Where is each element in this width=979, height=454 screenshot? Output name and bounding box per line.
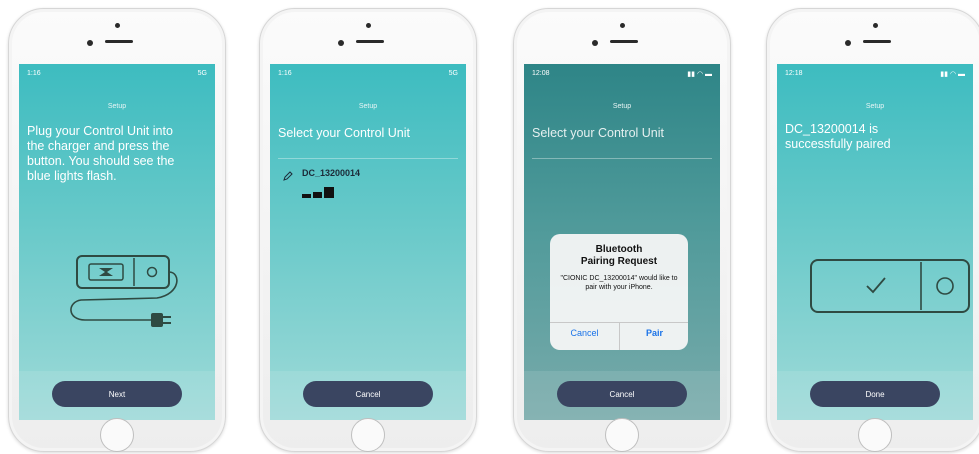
phone-1: 1:16 5G Setup Plug your Control Unit int… xyxy=(8,8,226,452)
status-time: 1:16 xyxy=(278,70,292,77)
front-camera xyxy=(87,40,93,46)
home-button[interactable] xyxy=(858,418,892,452)
alert-pair-button[interactable]: Pair xyxy=(620,328,689,338)
paired-message: DC_13200014 is successfully paired xyxy=(785,122,891,151)
status-bar: 1:16 5G xyxy=(27,70,207,80)
front-camera xyxy=(338,40,344,46)
screen-header: Setup xyxy=(107,103,127,110)
alert-cancel-button[interactable]: Cancel xyxy=(550,328,619,338)
wifi-battery-icon: ▮▮ ◠ ▬ xyxy=(940,71,965,78)
status-signal: 5G xyxy=(197,70,207,77)
home-button[interactable] xyxy=(605,418,639,452)
instruction-text: Plug your Control Unit into the charger … xyxy=(27,124,175,183)
status-bar: 12:18 ▮▮ ◠ ▬ xyxy=(785,70,965,80)
front-camera xyxy=(592,40,598,46)
status-bar: 1:16 5G xyxy=(278,70,458,80)
setup-screen-4: 12:18 ▮▮ ◠ ▬ Setup DC_13200014 is succes… xyxy=(777,64,973,420)
setup-screen-1: 1:16 5G Setup Plug your Control Unit int… xyxy=(19,64,215,420)
bluetooth-pairing-alert: Bluetooth Pairing Request "CIONIC DC_132… xyxy=(550,234,688,350)
status-bar: 12:08 ▮▮ ◠ ▬ xyxy=(532,70,712,80)
front-camera xyxy=(845,40,851,46)
home-button[interactable] xyxy=(351,418,385,452)
phone-2: 1:16 5G Setup Select your Control Unit D… xyxy=(259,8,477,452)
page-title: Select your Control Unit xyxy=(278,126,411,140)
alert-title: Bluetooth Pairing Request xyxy=(550,244,688,268)
cancel-button[interactable]: Cancel xyxy=(303,381,433,407)
page-title: Select your Control Unit xyxy=(532,126,665,140)
screen-header: Setup xyxy=(612,103,632,110)
alert-title-line2: Pairing Request xyxy=(580,256,658,267)
pencil-icon xyxy=(283,171,293,181)
screen-header: Setup xyxy=(358,103,378,110)
done-button[interactable]: Done xyxy=(810,381,940,407)
speaker xyxy=(863,40,891,43)
cancel-button[interactable]: Cancel xyxy=(557,381,687,407)
checkmark-device-illustration xyxy=(810,259,970,313)
alert-message: "CIONIC DC_13200014" would like to pair … xyxy=(560,275,678,291)
status-signal: 5G xyxy=(448,70,458,77)
setup-screen-3: 12:08 ▮▮ ◠ ▬ Setup Select your Control U… xyxy=(524,64,720,420)
speaker xyxy=(610,40,638,43)
next-button[interactable]: Next xyxy=(52,381,182,407)
status-time: 12:08 xyxy=(532,70,550,77)
divider xyxy=(278,158,458,159)
speaker xyxy=(105,40,133,43)
divider xyxy=(532,158,712,159)
status-time: 12:18 xyxy=(785,70,803,77)
alert-title-line1: Bluetooth xyxy=(595,244,643,255)
status-time: 1:16 xyxy=(27,70,41,77)
camera xyxy=(366,23,371,28)
phone-3: 12:08 ▮▮ ◠ ▬ Setup Select your Control U… xyxy=(513,8,731,452)
camera xyxy=(620,23,625,28)
speaker xyxy=(356,40,384,43)
phone-4: 12:18 ▮▮ ◠ ▬ Setup DC_13200014 is succes… xyxy=(766,8,979,452)
device-name: DC_13200014 xyxy=(302,168,361,178)
plug-device-illustration xyxy=(70,255,178,327)
signal-bars-icon xyxy=(302,184,342,198)
camera xyxy=(115,23,120,28)
home-button[interactable] xyxy=(100,418,134,452)
wifi-battery-icon: ▮▮ ◠ ▬ xyxy=(687,71,712,78)
camera xyxy=(873,23,878,28)
screen-header: Setup xyxy=(865,103,885,110)
setup-screen-2: 1:16 5G Setup Select your Control Unit D… xyxy=(270,64,466,420)
